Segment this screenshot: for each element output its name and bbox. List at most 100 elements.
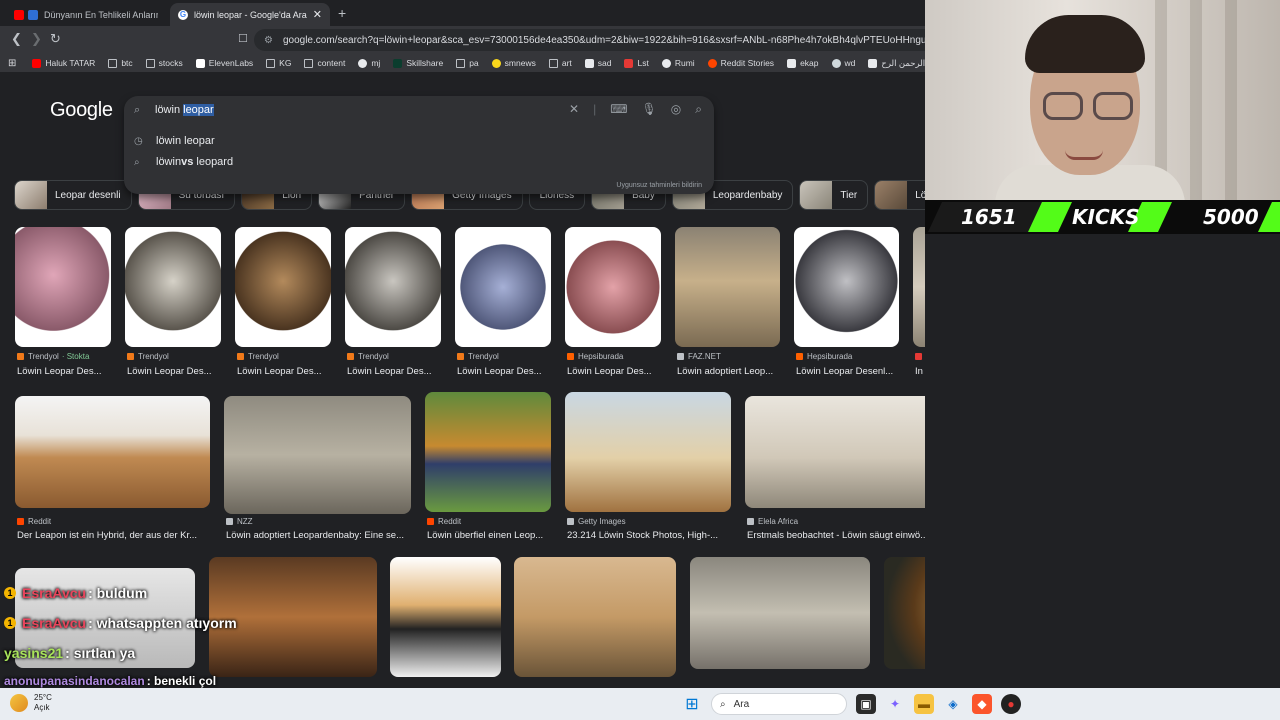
weather-condition: Açık <box>34 703 50 712</box>
result-image[interactable] <box>565 392 731 512</box>
bookmark-rumi[interactable]: Rumi <box>661 58 695 68</box>
microphone-icon[interactable]: 🎙 <box>642 102 657 117</box>
google-logo[interactable]: Google <box>50 99 113 122</box>
clear-icon[interactable]: ✕ <box>569 102 579 117</box>
file-explorer-icon[interactable]: ▬ <box>914 694 934 714</box>
result-image[interactable] <box>224 396 411 514</box>
bookmark-elevenlabs[interactable]: ElevenLabs <box>195 58 253 68</box>
result-image[interactable] <box>15 396 210 508</box>
skillshare-icon <box>393 58 403 68</box>
weather-widget[interactable]: 25°C Açık <box>34 693 52 713</box>
bookmark-skillshare[interactable]: Skillshare <box>393 58 443 68</box>
bookmark-label: pa <box>469 58 479 68</box>
bookmark-kg[interactable]: KG <box>266 58 291 68</box>
bookmark-wd[interactable]: wd <box>831 58 855 68</box>
back-icon[interactable]: ❮ <box>11 31 22 47</box>
result-image[interactable] <box>675 227 780 347</box>
bookmark-pa[interactable]: pa <box>456 58 479 68</box>
result-image[interactable] <box>125 227 221 347</box>
result-title[interactable]: 23.214 Löwin Stock Photos, High-... <box>567 530 743 541</box>
tab-google-search[interactable]: G löwin leopar - Google'da Ara ✕ <box>170 3 330 26</box>
chat-text: : sırtlan ya <box>65 645 136 661</box>
result-title[interactable]: Löwin Leopar Des... <box>127 366 243 377</box>
result-title[interactable]: Löwin Leopar Des... <box>457 366 573 377</box>
search-submit-icon[interactable]: ⌕ <box>695 102 702 117</box>
chip-lowin-ad[interactable]: Löwin ad <box>874 180 925 210</box>
result-image[interactable] <box>884 557 925 669</box>
report-suggestions-link[interactable]: Uygunsuz tahminleri bildirin <box>616 182 702 189</box>
new-tab-icon[interactable]: + <box>338 5 346 21</box>
windows-start-icon[interactable]: ⊞ <box>682 694 702 714</box>
result-title[interactable]: Löwin Leopar Des... <box>17 366 133 377</box>
chip-leopar-desenli[interactable]: Leopar desenli <box>14 180 132 210</box>
address-bar[interactable]: ⚙ google.com/search?q=löwin+leopar&sca_e… <box>254 29 925 51</box>
bookmark-btc[interactable]: btc <box>108 58 133 68</box>
result-image[interactable] <box>913 227 925 347</box>
source-favicon-icon <box>17 518 24 525</box>
result-title[interactable]: Löwin Leopar Des... <box>567 366 683 377</box>
bookmark-art[interactable]: art <box>548 58 572 68</box>
bookmark-haluk[interactable]: Haluk TATAR <box>32 58 95 68</box>
elevenlabs-icon <box>195 58 205 68</box>
bookmark-reddit-stories[interactable]: Reddit Stories <box>707 58 774 68</box>
app-icon[interactable]: ◈ <box>943 694 963 714</box>
task-view-icon[interactable]: ▣ <box>856 694 876 714</box>
bookmark-smnews[interactable]: smnews <box>491 58 536 68</box>
result-image[interactable] <box>565 227 661 347</box>
close-tab-icon[interactable]: ✕ <box>313 8 322 21</box>
result-image[interactable] <box>514 557 676 677</box>
result-title[interactable]: Der Leapon ist ein Hybrid, der aus der K… <box>17 530 222 541</box>
page-icon <box>787 58 797 68</box>
chip-tier[interactable]: Tier <box>799 180 869 210</box>
weather-temp: 25°C <box>34 693 52 702</box>
bookmark-arabic[interactable]: الله الرحمن الرح... <box>868 58 925 69</box>
brave-browser-icon[interactable]: ◆ <box>972 694 992 714</box>
bookmark-stocks[interactable]: stocks <box>145 58 183 68</box>
chat-text: : buldum <box>88 585 148 601</box>
result-image[interactable] <box>15 227 111 347</box>
result-title[interactable]: Löwin Leopar Desenl... <box>796 366 921 377</box>
result-title[interactable]: Löwin adoptiert Leop... <box>677 366 802 377</box>
site-icon <box>28 9 38 20</box>
suggestion-text: leopard <box>193 156 234 168</box>
site-info-icon[interactable]: ⚙ <box>264 35 273 46</box>
suggestion-item[interactable]: ⌕ löwin vs leopard <box>134 156 233 168</box>
bookmark-lst[interactable]: Lst <box>624 58 649 68</box>
bookmark-mj[interactable]: mj <box>358 58 380 68</box>
result-title[interactable]: Löwin Leopar Des... <box>347 366 463 377</box>
result-title[interactable]: Löwin adoptiert Leopardenbaby: Eine se..… <box>226 530 423 541</box>
taskbar-search[interactable]: ⌕ Ara <box>711 693 847 715</box>
result-image[interactable] <box>794 227 899 347</box>
bookmark-ekap[interactable]: ekap <box>787 58 819 68</box>
result-title[interactable]: Erstmals beobachtet - Löwin säugt einwö.… <box>747 530 925 541</box>
apps-icon[interactable]: ⊞ <box>8 58 16 69</box>
bookmark-content[interactable]: content <box>304 58 345 68</box>
result-image[interactable] <box>745 396 925 508</box>
reload-icon[interactable]: ↻ <box>50 31 61 47</box>
suggestion-item[interactable]: ◷ löwin leopar <box>134 135 215 147</box>
result-image[interactable] <box>455 227 551 347</box>
source-favicon-icon <box>915 353 922 360</box>
result-image[interactable] <box>390 557 501 677</box>
result-image[interactable] <box>235 227 331 347</box>
result-title[interactable]: Löwin Leopar Des... <box>237 366 353 377</box>
obs-icon[interactable]: ● <box>1001 694 1021 714</box>
search-input[interactable]: löwin leopar <box>155 104 214 116</box>
result-image[interactable] <box>345 227 441 347</box>
result-source: Trendyol <box>237 352 279 361</box>
bookmark-icon[interactable]: ☐ <box>238 32 248 45</box>
forward-icon[interactable]: ❯ <box>31 31 42 47</box>
result-title[interactable]: In Tansania: Löwin säugt Leopar... <box>915 366 925 377</box>
bookmark-label: content <box>317 58 346 68</box>
keyboard-icon[interactable]: ⌨ <box>610 102 627 117</box>
bookmark-label: Haluk TATAR <box>45 58 96 68</box>
weather-icon[interactable] <box>10 694 28 712</box>
lens-camera-icon[interactable]: ◎ <box>671 102 681 117</box>
bookmark-sad[interactable]: sad <box>584 58 611 68</box>
search-input-row[interactable]: ⌕ löwin leopar ✕ | ⌨ 🎙 ◎ ⌕ <box>124 96 714 126</box>
result-image[interactable] <box>425 392 551 512</box>
result-image[interactable] <box>690 557 870 669</box>
tab-dunyanin[interactable]: Dünyanın En Tehlikeli Anlarından <box>6 3 166 26</box>
result-title[interactable]: Löwin überfiel einen Leop... <box>427 530 563 541</box>
copilot-icon[interactable]: ✦ <box>885 694 905 714</box>
